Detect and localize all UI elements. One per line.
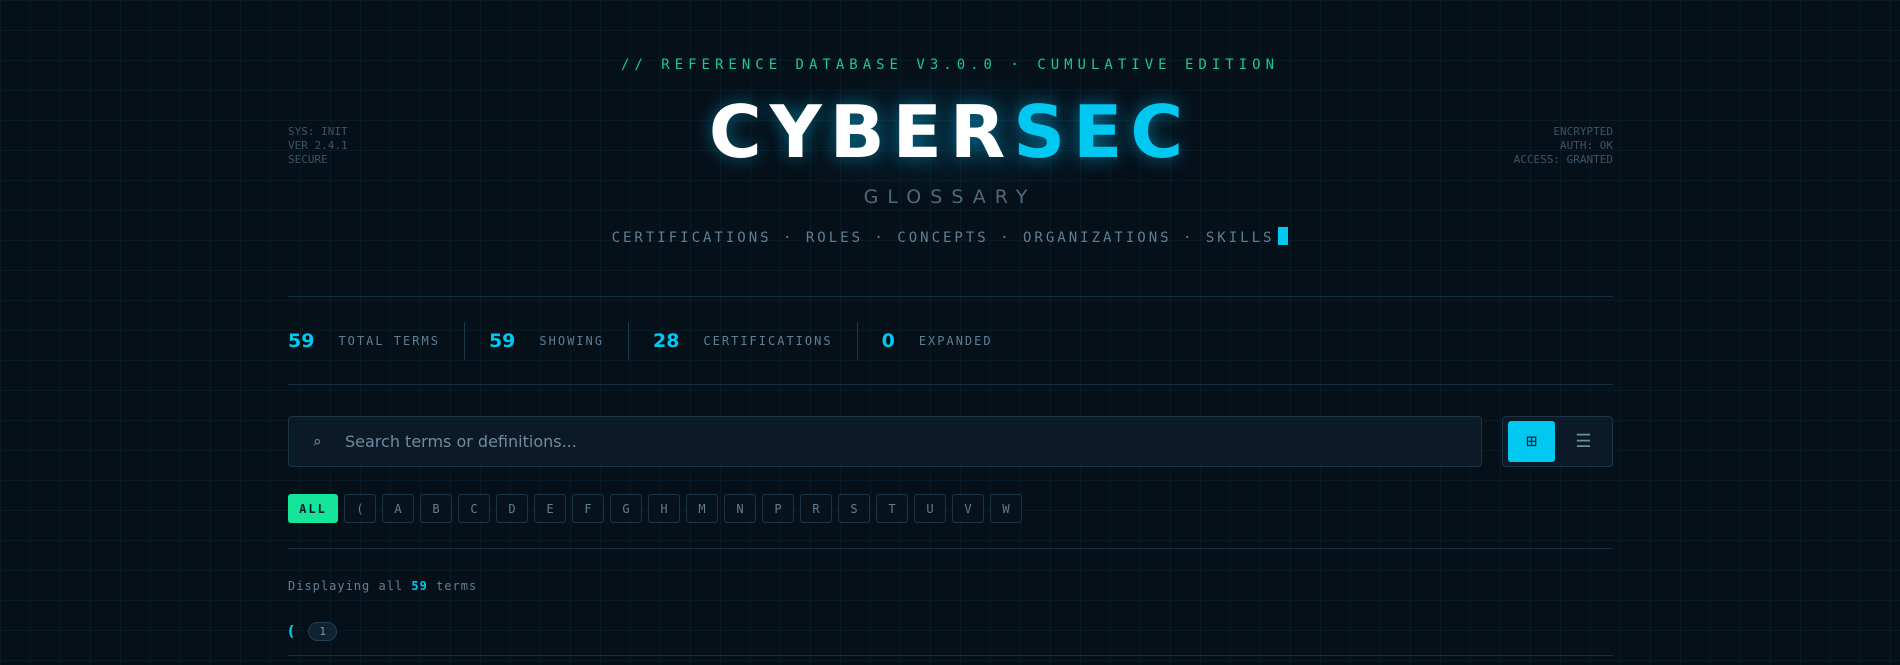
stats-bar: 59 TOTAL TERMS 59 SHOWING 28 CERTIFICATI… (288, 322, 993, 360)
divider (288, 655, 1613, 656)
stat-label: EXPANDED (918, 334, 993, 348)
letter-filter[interactable]: N (724, 494, 756, 523)
stat-divider (856, 322, 858, 360)
page-subtitle: GLOSSARY (863, 186, 1037, 208)
stat-expanded: 0 EXPANDED (882, 322, 993, 360)
results-summary: Displaying all 59 terms (288, 579, 477, 593)
letter-filter[interactable]: S (838, 494, 870, 523)
letter-filter[interactable]: E (534, 494, 566, 523)
stat-value: 0 (881, 330, 895, 352)
stat-value: 28 (652, 330, 680, 352)
stat-divider (627, 322, 629, 360)
category-tagline: CERTIFICATIONS · ROLES · CONCEPTS · ORGA… (0, 227, 1900, 246)
letter-filter[interactable]: P (762, 494, 794, 523)
section-header: ( 1 (288, 622, 338, 641)
stat-divider (463, 322, 465, 360)
view-toggle: ⊞ ☰ (1502, 416, 1613, 467)
grid-icon: ⊞ (1526, 431, 1537, 452)
letter-filter[interactable]: W (990, 494, 1022, 523)
stat-label: SHOWING (539, 334, 604, 348)
search-input[interactable] (345, 432, 1481, 451)
list-icon: ☰ (1575, 431, 1592, 452)
stat-value: 59 (488, 330, 516, 352)
letter-filter[interactable]: U (914, 494, 946, 523)
letter-filter[interactable]: B (420, 494, 452, 523)
version-kicker: // REFERENCE DATABASE V3.0.0 · CUMULATIV… (620, 57, 1279, 73)
stat-value: 59 (288, 330, 315, 352)
letter-filter[interactable]: C (458, 494, 490, 523)
letter-filter[interactable]: ( (344, 494, 376, 523)
section-letter: ( (288, 623, 295, 640)
tagline-text: CERTIFICATIONS · ROLES · CONCEPTS · ORGA… (611, 230, 1275, 246)
search-box: ⌕ (288, 416, 1482, 467)
letter-filter[interactable]: T (876, 494, 908, 523)
letter-filter[interactable]: M (686, 494, 718, 523)
page-title: CYBERSEC (0, 92, 1900, 172)
letter-filter[interactable]: H (648, 494, 680, 523)
title-part-sec: SEC (1013, 90, 1192, 174)
letter-filter[interactable]: V (952, 494, 984, 523)
stat-label: TOTAL TERMS (338, 334, 440, 348)
letter-filter[interactable]: R (800, 494, 832, 523)
section-count-badge: 1 (308, 622, 338, 641)
stat-certifications: 28 CERTIFICATIONS (653, 322, 833, 360)
results-prefix: Displaying all (288, 579, 404, 593)
results-suffix: terms (436, 579, 478, 593)
letter-filter[interactable]: D (496, 494, 528, 523)
stat-total-terms: 59 TOTAL TERMS (288, 322, 440, 360)
title-part-cyber: CYBER (708, 90, 1014, 174)
divider (288, 548, 1613, 549)
stat-showing: 59 SHOWING (489, 322, 604, 360)
letter-filter[interactable]: A (382, 494, 414, 523)
divider (288, 296, 1613, 297)
alphabet-filter: ALL ( A B C D E F G H M N P R S T U V W (288, 494, 1022, 523)
list-view-button[interactable]: ☰ (1560, 421, 1607, 462)
stat-label: CERTIFICATIONS (703, 334, 833, 348)
blinking-cursor (1278, 227, 1289, 245)
search-icon: ⌕ (312, 432, 322, 451)
letter-filter[interactable]: F (572, 494, 604, 523)
letter-filter-all[interactable]: ALL (288, 494, 338, 523)
letter-filter[interactable]: G (610, 494, 642, 523)
results-count: 59 (411, 579, 428, 593)
divider (288, 384, 1613, 385)
grid-view-button[interactable]: ⊞ (1508, 421, 1555, 462)
